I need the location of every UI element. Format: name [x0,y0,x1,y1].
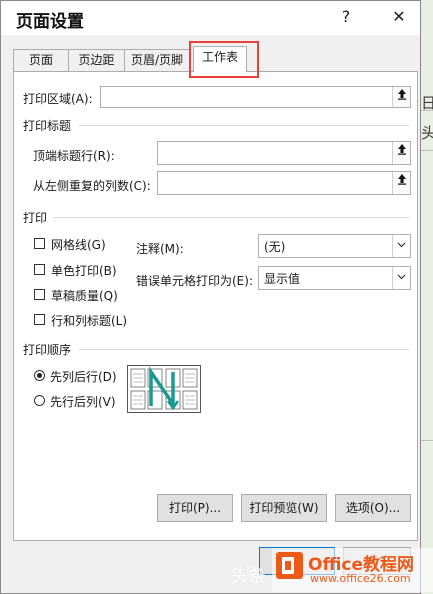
help-button[interactable]: ? [334,7,358,26]
title-bar: 页面设置 ? ✕ [1,1,420,35]
top-rows-input[interactable] [157,141,411,165]
section-divider [79,125,409,126]
headings-label: 行和列标题(L) [51,314,128,328]
collapse-dialog-icon[interactable] [392,142,410,164]
tab-highlight-box [189,41,259,78]
page-order-preview-icon [127,365,201,413]
tab-header-footer[interactable]: 页眉/页脚 [124,49,190,71]
comments-value: (无) [264,240,286,254]
gridlines-checkbox[interactable] [34,238,45,249]
background-gridline [421,440,433,441]
down-then-over-label: 先列后行(D) [50,370,117,384]
print-preview-button[interactable]: 打印预览(W) [241,494,327,522]
chevron-down-icon[interactable] [392,235,410,257]
background-gridline [421,150,433,151]
tab-page[interactable]: 页面 [13,49,69,71]
close-button[interactable]: ✕ [387,7,411,26]
draft-checkbox[interactable] [34,289,45,300]
options-button[interactable]: 选项(O)... [335,494,411,522]
comments-select[interactable]: (无) [258,234,411,258]
page-order-section-label: 打印顺序 [23,343,72,357]
errors-label: 错误单元格打印为(E): [136,274,253,288]
background-cell-text: 日 [421,94,433,112]
print-area-input[interactable] [100,86,411,108]
over-then-down-label: 先行后列(V) [50,395,116,409]
down-then-over-radio[interactable] [34,370,45,381]
left-cols-label: 从左侧重复的列数(C): [33,179,151,193]
collapse-dialog-icon[interactable] [392,172,410,194]
background-cell-text: 头 [421,124,433,142]
top-rows-label: 顶端标题行(R): [33,149,115,163]
left-cols-input[interactable] [157,171,411,195]
print-button[interactable]: 打印(P)... [157,494,233,522]
print-area-label: 打印区域(A): [23,92,93,106]
watermark-url: www.office26.com [310,572,411,585]
mono-checkbox[interactable] [34,264,45,275]
tab-margins[interactable]: 页边距 [68,49,125,71]
section-divider [79,349,409,350]
office-logo-icon [276,552,303,579]
section-divider [53,217,409,218]
page-setup-dialog: 页面设置 ? ✕ 页面 页边距 页眉/页脚 工作表 打印区域(A): 打印标题 … [0,0,421,594]
collapse-dialog-icon[interactable] [392,87,410,107]
print-section-label: 打印 [23,211,48,225]
errors-select[interactable]: 显示值 [258,266,411,290]
draft-label: 草稿质量(Q) [51,289,118,303]
chevron-down-icon[interactable] [392,267,410,289]
dialog-title: 页面设置 [16,12,84,32]
headings-checkbox[interactable] [34,314,45,325]
mono-label: 单色打印(B) [51,264,117,278]
over-then-down-radio[interactable] [34,395,45,406]
watermark-text: 头条 [230,566,266,587]
errors-value: 显示值 [264,272,301,286]
print-titles-section-label: 打印标题 [23,119,72,133]
comments-label: 注释(M): [136,242,184,256]
gridlines-label: 网格线(G) [51,238,106,252]
